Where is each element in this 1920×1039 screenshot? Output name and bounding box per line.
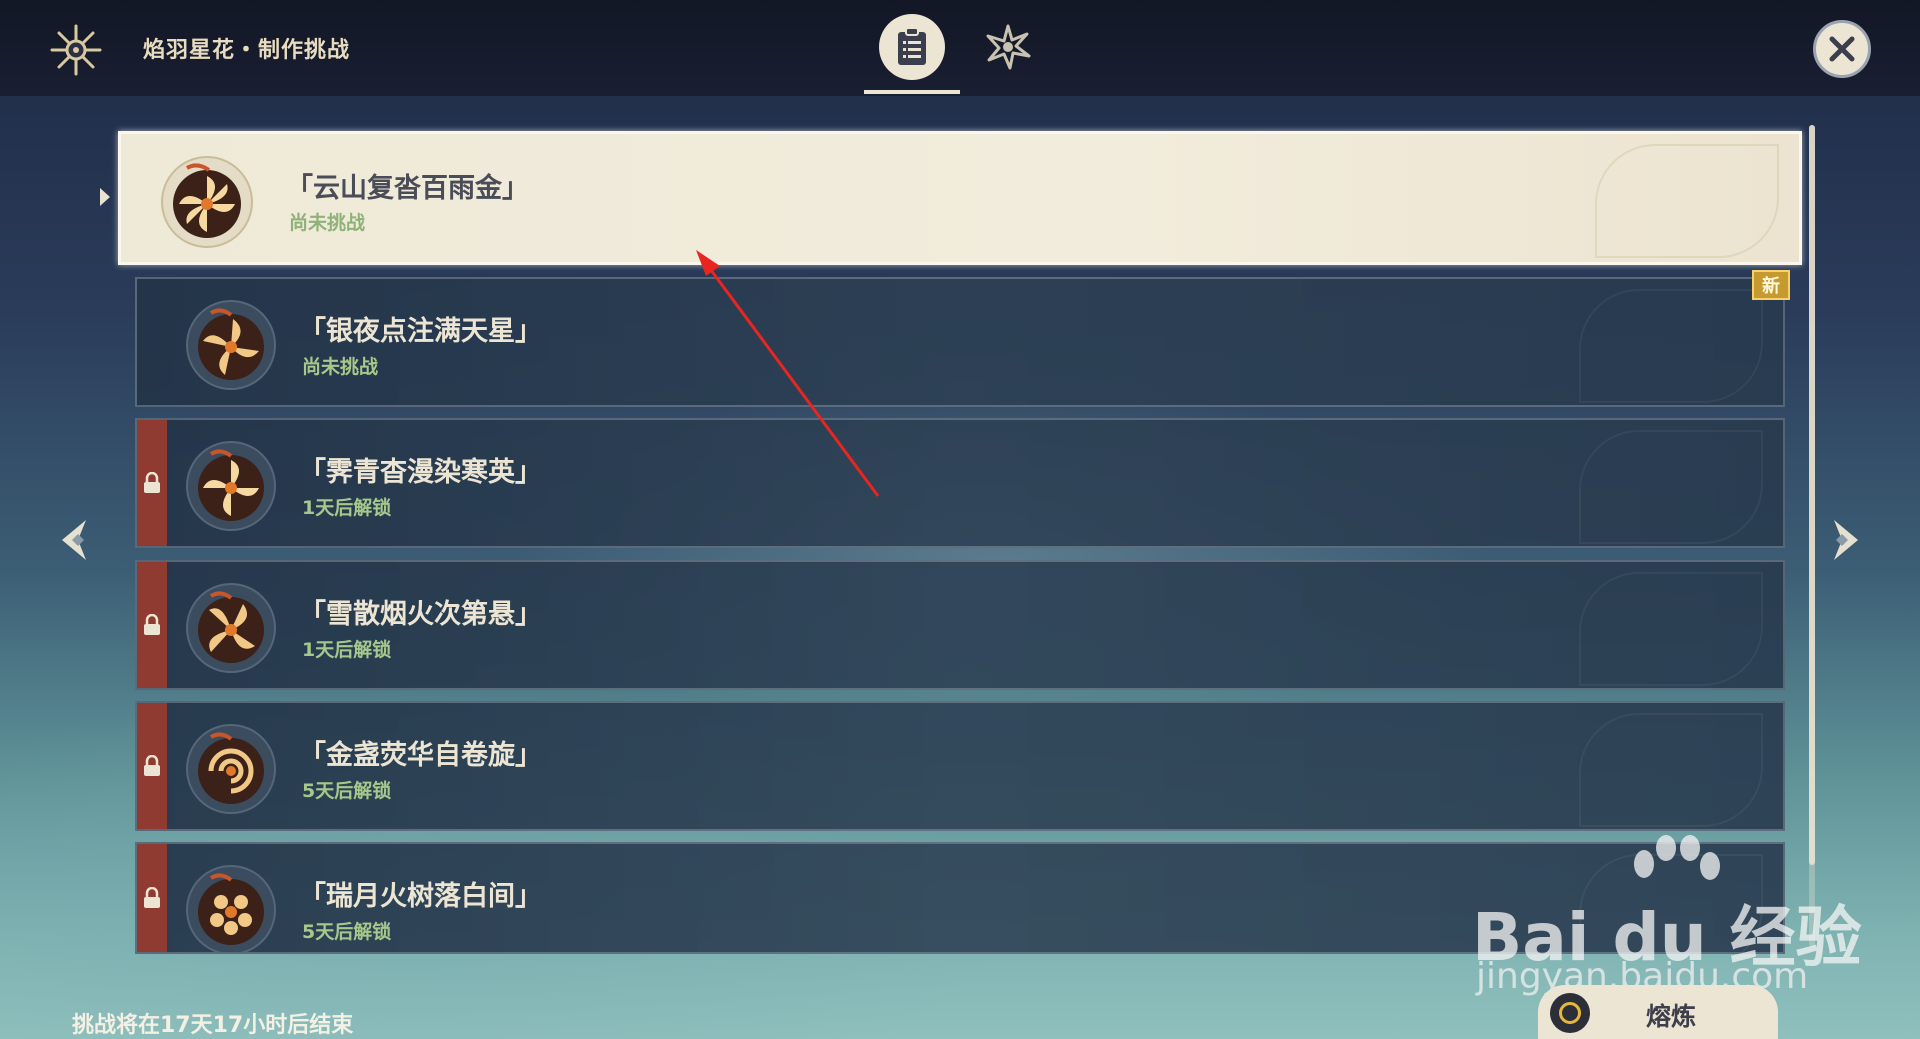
challenge-status: 1天后解锁 [302,639,392,661]
firework-star-icon [48,22,104,78]
tab-firework[interactable] [975,14,1041,80]
challenge-card-2[interactable]: 「银夜点注满天星」 尚未挑战 [135,277,1785,407]
challenge-title: 「雪散烟火次第悬」 [299,599,542,630]
challenge-card-4[interactable]: 「雪散烟火次第悬」 1天后解锁 [135,560,1785,690]
scrollbar-thumb[interactable] [1809,125,1815,865]
firework-icon [986,24,1031,70]
challenge-card-5[interactable]: 「金盏荧华自卷旋」 5天后解锁 [135,701,1785,831]
firework-orb-icon [181,858,281,952]
chevron-right-icon [1834,520,1858,560]
lock-icon [144,755,160,776]
smelt-label: 熔炼 [1646,1002,1697,1031]
challenge-title: 「瑞月火树落白间」 [299,881,542,912]
selected-item-marker [100,188,110,206]
top-bar: 焰羽星花・制作挑战 [0,0,1920,96]
challenge-status: 尚未挑战 [289,212,366,234]
chevron-left-icon [62,520,86,560]
lock-bar [137,420,167,546]
lock-bar [137,562,167,688]
lock-bar [137,844,167,952]
challenge-status: 尚未挑战 [302,356,379,378]
challenge-title: 「金盏荧华自卷旋」 [299,740,542,771]
challenge-status: 5天后解锁 [302,921,392,943]
lock-icon [144,472,160,493]
baidu-watermark: Bai du 经验 jingyan.baidu.com [1472,834,1862,1004]
active-tab-indicator [864,90,960,94]
challenge-card-3[interactable]: 「霁青杳漫染寒英」 1天后解锁 [135,418,1785,548]
challenge-countdown: 挑战将在17天17小时后结束 [72,1013,354,1038]
new-badge: 新 [1752,270,1790,300]
challenge-title: 「云山复沓百雨金」 [286,173,529,204]
previous-page-arrow[interactable] [56,516,96,564]
page-title: 焰羽星花・制作挑战 [143,38,351,63]
list-scrollbar[interactable] [1809,125,1815,947]
tab-challenge-list[interactable] [879,14,945,80]
firework-orb-icon [181,576,281,676]
smelt-button[interactable]: 熔炼 [1538,985,1778,1039]
firework-orb-icon [157,150,257,250]
challenge-status: 1天后解锁 [302,497,392,519]
clipboard-list-icon [898,27,926,65]
close-icon [1829,36,1855,62]
lock-bar [137,703,167,829]
challenge-title: 「霁青杳漫染寒英」 [299,457,542,488]
challenge-status: 5天后解锁 [302,780,392,802]
challenge-card-1[interactable]: 「云山复沓百雨金」 尚未挑战 [118,131,1802,265]
lock-icon [144,887,160,908]
firework-orb-icon [181,717,281,817]
firework-orb-icon [181,434,281,534]
firework-orb-icon [181,293,281,393]
smelt-icon [1550,993,1590,1033]
lock-icon [144,614,160,635]
close-button[interactable] [1813,20,1871,78]
next-page-arrow[interactable] [1824,516,1864,564]
challenge-title: 「银夜点注满天星」 [299,316,542,347]
